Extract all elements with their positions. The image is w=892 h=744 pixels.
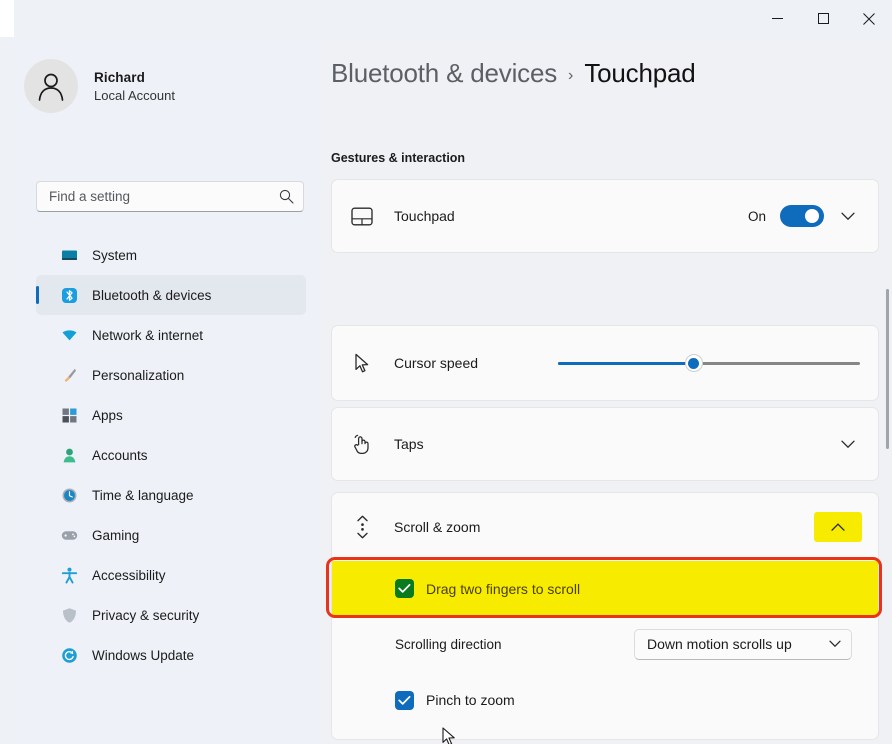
drag-two-fingers-label: Drag two fingers to scroll [426, 580, 581, 597]
settings-window: Richard Local Account Find a setting Sys… [0, 0, 892, 744]
touchpad-card: Touchpad On [331, 179, 879, 253]
sidebar-item-label: System [92, 247, 138, 263]
account-type: Local Account [94, 87, 175, 103]
scroll-zoom-title: Scroll & zoom [394, 519, 481, 535]
person-icon [38, 73, 64, 101]
drag-two-fingers-row[interactable]: Drag two fingers to scroll [332, 561, 878, 616]
close-icon [863, 12, 875, 25]
account-icon [60, 446, 78, 464]
wifi-icon [60, 326, 78, 344]
clock-icon [60, 486, 78, 504]
maximize-button[interactable] [800, 0, 846, 37]
toggle-knob [805, 209, 819, 223]
scroll-zoom-header[interactable]: Scroll & zoom [332, 493, 878, 561]
close-button[interactable] [846, 0, 892, 37]
cursor-arrow-icon [349, 353, 375, 374]
slider-fill [558, 361, 694, 365]
sidebar-item-accessibility[interactable]: Accessibility [36, 555, 306, 595]
touchpad-card-title: Touchpad [394, 208, 455, 224]
slider-thumb[interactable] [684, 354, 703, 372]
sidebar-item-time-language[interactable]: Time & language [36, 475, 306, 515]
sidebar-item-label: Gaming [92, 527, 140, 543]
bluetooth-icon [60, 286, 78, 304]
scroll-zoom-collapse-chevron-up-icon[interactable] [814, 512, 862, 542]
pinch-to-zoom-checkbox[interactable] [395, 690, 414, 710]
scrolling-direction-label: Scrolling direction [395, 636, 502, 652]
minimize-icon [771, 18, 783, 19]
apps-icon [60, 406, 78, 424]
sidebar-item-label: Time & language [92, 487, 194, 503]
avatar [24, 59, 78, 113]
scrolling-direction-dropdown[interactable]: Down motion scrolls up [634, 628, 852, 660]
account-block[interactable]: Richard Local Account [24, 59, 175, 113]
title-bar [0, 0, 892, 37]
sidebar-item-system[interactable]: System [36, 235, 306, 275]
sidebar-item-label: Privacy & security [92, 607, 200, 623]
taps-card-title: Taps [394, 436, 424, 452]
update-icon [60, 646, 78, 664]
brush-icon [60, 366, 78, 384]
gamepad-icon [60, 526, 78, 544]
sidebar-item-apps[interactable]: Apps [36, 395, 306, 435]
page-title: Touchpad [584, 58, 696, 88]
touchpad-expand-chevron-down-icon[interactable] [834, 212, 862, 221]
scroll-zoom-card: Scroll & zoom Drag two fingers to scroll [331, 492, 879, 740]
search-placeholder: Find a setting [49, 189, 131, 204]
sidebar-item-bluetooth-devices[interactable]: Bluetooth & devices [36, 275, 306, 315]
shield-icon [60, 606, 78, 624]
touchpad-toggle-state: On [747, 208, 766, 224]
scrolling-direction-value: Down motion scrolls up [647, 636, 792, 652]
taps-card[interactable]: Taps [331, 407, 879, 481]
sidebar-item-privacy-security[interactable]: Privacy & security [36, 595, 306, 635]
search-input[interactable]: Find a setting [36, 181, 304, 212]
breadcrumb-parent[interactable]: Bluetooth & devices [331, 58, 557, 89]
pinch-to-zoom-label: Pinch to zoom [426, 692, 515, 708]
monitor-icon [60, 246, 78, 264]
check-icon [398, 583, 411, 593]
taps-expand-chevron-down-icon[interactable] [834, 440, 862, 449]
drag-two-fingers-checkbox[interactable] [395, 579, 414, 598]
sidebar-item-label: Apps [92, 407, 123, 423]
vertical-scrollbar[interactable] [886, 289, 889, 449]
cursor-speed-card: Cursor speed [331, 325, 879, 401]
check-icon [398, 695, 411, 705]
sidebar-item-label: Accessibility [92, 567, 166, 583]
sidebar: Richard Local Account Find a setting Sys… [14, 37, 320, 744]
pinch-to-zoom-row[interactable]: Pinch to zoom [332, 672, 878, 728]
breadcrumb-separator-icon: › [568, 67, 574, 84]
touchpad-toggle[interactable] [780, 205, 824, 227]
search-icon [279, 189, 294, 204]
sidebar-item-accounts[interactable]: Accounts [36, 435, 306, 475]
sidebar-item-label: Windows Update [92, 647, 195, 663]
main-content: Bluetooth & devices › Touchpad Gestures … [320, 37, 892, 744]
cursor-speed-title: Cursor speed [394, 355, 479, 371]
sidebar-item-label: Bluetooth & devices [92, 287, 212, 303]
sidebar-nav: System Bluetooth & devices Network & int… [36, 235, 306, 675]
sidebar-item-network-internet[interactable]: Network & internet [36, 315, 306, 355]
section-label: Gestures & interaction [331, 151, 466, 165]
account-name: Richard [94, 69, 145, 85]
sidebar-item-label: Accounts [92, 447, 148, 463]
cursor-speed-slider[interactable] [558, 352, 860, 374]
chevron-down-icon [829, 640, 841, 648]
breadcrumb: Bluetooth & devices › Touchpad [331, 58, 696, 89]
touchpad-icon [349, 207, 375, 226]
title-bar-left-strip [0, 0, 14, 37]
maximize-icon [817, 13, 829, 24]
scrolling-direction-row: Scrolling direction Down motion scrolls … [332, 616, 878, 672]
sidebar-item-gaming[interactable]: Gaming [36, 515, 306, 555]
sidebar-item-windows-update[interactable]: Windows Update [36, 635, 306, 675]
accessibility-icon [60, 566, 78, 584]
tap-hand-icon [349, 434, 375, 455]
sidebar-item-label: Network & internet [92, 327, 204, 343]
scroll-updown-icon [349, 515, 375, 539]
minimize-button[interactable] [754, 0, 800, 37]
sidebar-item-personalization[interactable]: Personalization [36, 355, 306, 395]
sidebar-item-label: Personalization [92, 367, 185, 383]
